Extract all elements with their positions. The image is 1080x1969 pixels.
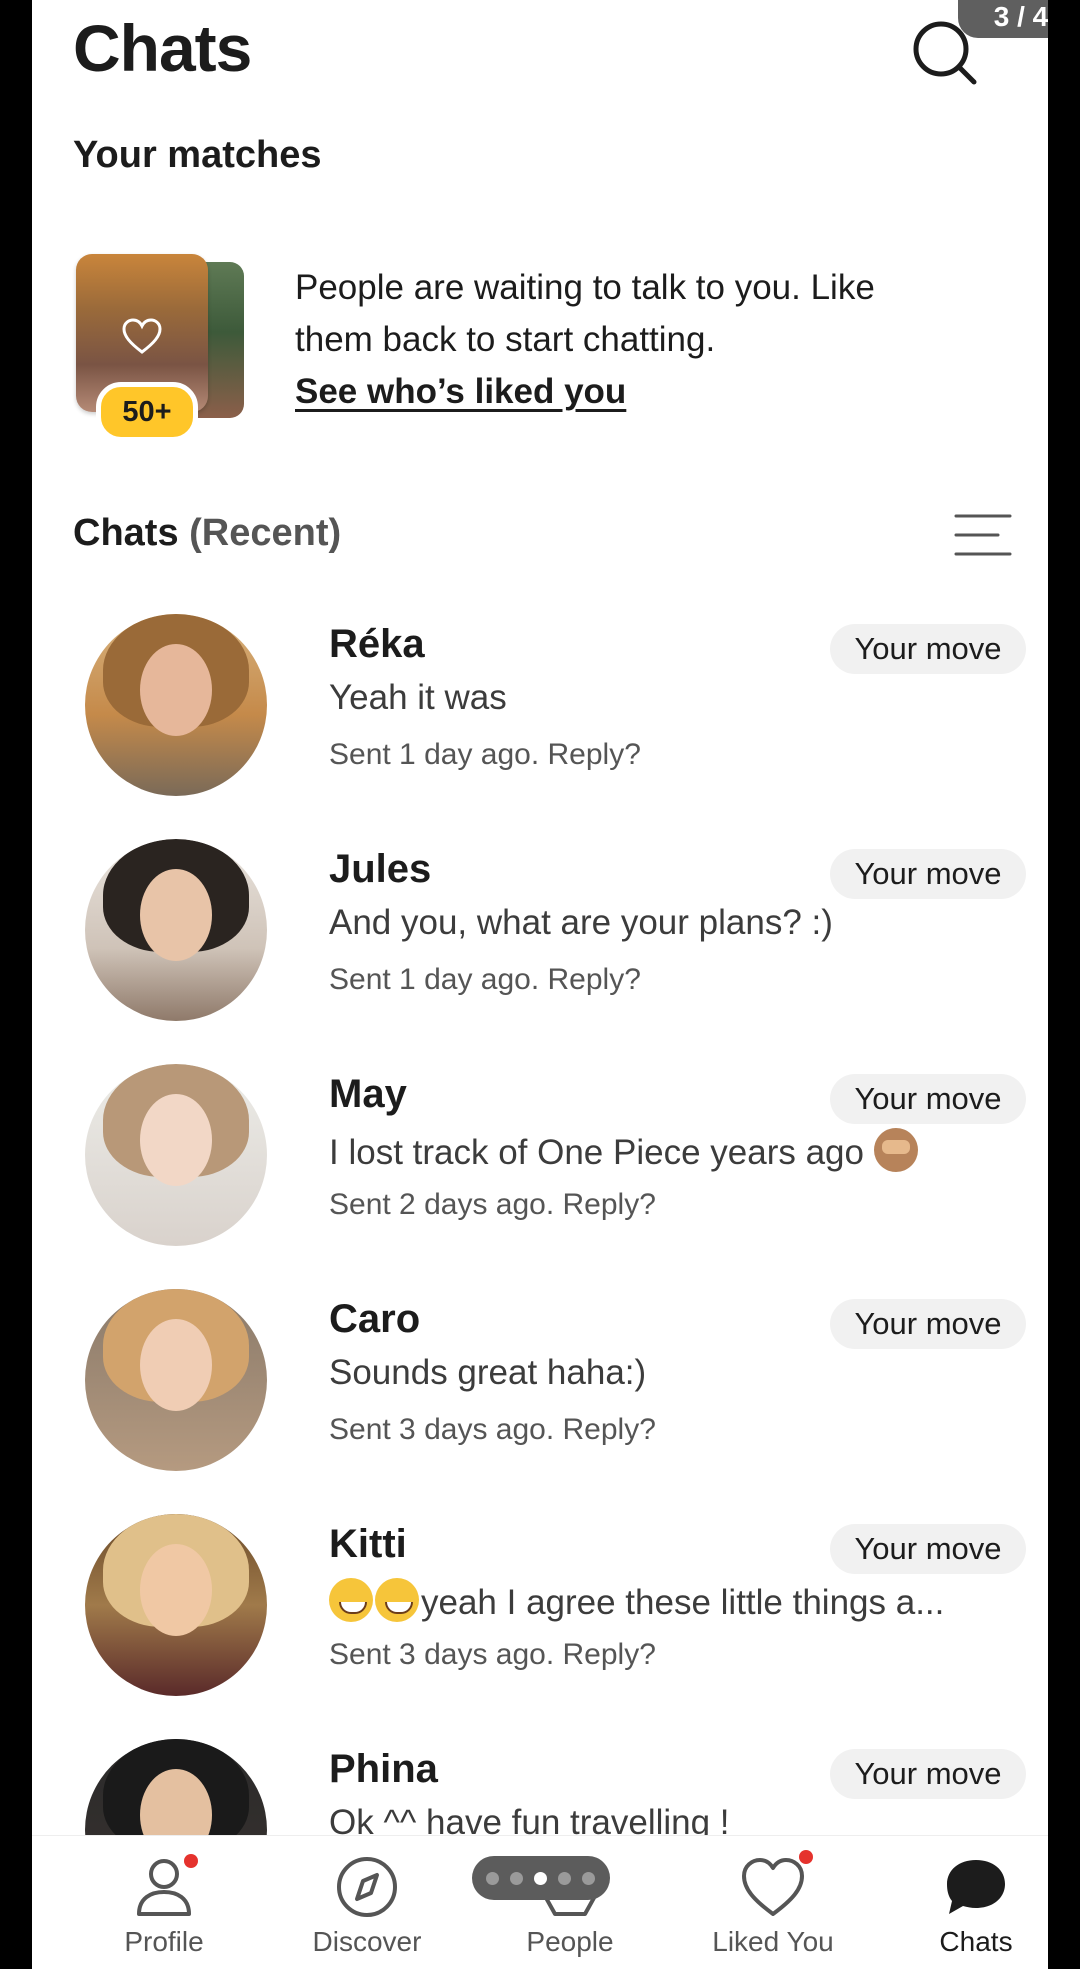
heart-icon bbox=[742, 1858, 804, 1916]
avatar bbox=[85, 839, 267, 1021]
chat-timestamp: Sent 1 day ago. Reply? bbox=[329, 963, 641, 996]
handle-dot bbox=[510, 1872, 523, 1885]
avatar bbox=[85, 1514, 267, 1696]
nav-people-label: People bbox=[526, 1926, 614, 1957]
nav-chats[interactable]: Chats bbox=[876, 1836, 1048, 1969]
chat-message-preview: Yeah it was bbox=[329, 678, 507, 717]
nav-discover[interactable]: Discover bbox=[267, 1836, 467, 1969]
chat-row[interactable]: Kitti yeah I agree these little things a… bbox=[32, 1500, 1048, 1725]
your-move-badge: Your move bbox=[830, 1749, 1026, 1799]
see-who-liked-you-link[interactable]: See who’s liked you bbox=[295, 372, 626, 412]
avatar bbox=[85, 1289, 267, 1471]
matches-card-stack[interactable]: 50+ bbox=[76, 250, 256, 442]
heart-outline-icon bbox=[122, 318, 162, 354]
bottom-navigation: Profile Discover People Liked You Chats bbox=[32, 1836, 1048, 1969]
matches-promo-text: People are waiting to talk to you. Like … bbox=[295, 268, 875, 359]
nav-profile-label: Profile bbox=[124, 1926, 204, 1957]
chat-name: May bbox=[329, 1072, 407, 1116]
chat-message-preview: I lost track of One Piece years ago bbox=[329, 1128, 1009, 1173]
handle-dot bbox=[486, 1872, 499, 1885]
compass-icon bbox=[337, 1857, 397, 1917]
app-screen: Chats 3 / 4 Your matches 50+ People are … bbox=[32, 0, 1048, 1969]
nav-liked-you-label: Liked You bbox=[712, 1926, 834, 1957]
your-move-badge: Your move bbox=[830, 1299, 1026, 1349]
avatar bbox=[85, 614, 267, 796]
chat-timestamp: Sent 2 days ago. Reply? bbox=[329, 1188, 656, 1221]
chats-section-title: Chats (Recent) bbox=[73, 512, 341, 555]
chat-row[interactable]: Jules And you, what are your plans? :) S… bbox=[32, 825, 1048, 1050]
avatar bbox=[85, 1064, 267, 1246]
handle-dot-active bbox=[534, 1872, 547, 1885]
filter-icon[interactable] bbox=[954, 512, 1012, 558]
chat-message-text: yeah I agree these little things a... bbox=[421, 1583, 945, 1622]
chat-name: Phina bbox=[329, 1747, 438, 1791]
grinning-emoji-icon bbox=[329, 1578, 373, 1622]
chat-timestamp: Sent 3 days ago. Reply? bbox=[329, 1413, 656, 1446]
matches-section-title: Your matches bbox=[73, 134, 322, 176]
chat-message-preview: Sounds great haha:) bbox=[329, 1353, 647, 1392]
see-no-evil-monkey-emoji-icon bbox=[873, 1128, 918, 1172]
chat-timestamp: Sent 3 days ago. Reply? bbox=[329, 1638, 656, 1671]
chat-bubble-icon bbox=[947, 1860, 1005, 1914]
chat-name: Kitti bbox=[329, 1522, 407, 1566]
chat-name: Réka bbox=[329, 622, 425, 666]
bottom-drag-handle[interactable] bbox=[472, 1856, 610, 1900]
notification-dot bbox=[799, 1850, 813, 1864]
your-move-badge: Your move bbox=[830, 624, 1026, 674]
chat-name: Caro bbox=[329, 1297, 421, 1341]
chats-section-subtitle: (Recent) bbox=[189, 512, 342, 554]
your-move-badge: Your move bbox=[830, 1074, 1026, 1124]
nav-discover-label: Discover bbox=[312, 1926, 422, 1957]
chat-message-preview: yeah I agree these little things a... bbox=[329, 1578, 1009, 1623]
chat-row[interactable]: Caro Sounds great haha:) Sent 3 days ago… bbox=[32, 1275, 1048, 1500]
page-indicator: 3 / 4 bbox=[958, 0, 1048, 38]
nav-liked-you[interactable]: Liked You bbox=[673, 1836, 873, 1969]
page-title: Chats bbox=[73, 11, 252, 85]
chat-row[interactable]: May I lost track of One Piece years ago … bbox=[32, 1050, 1048, 1275]
chat-message-preview: And you, what are your plans? :) bbox=[329, 903, 833, 942]
chat-name: Jules bbox=[329, 847, 432, 891]
chats-section-label: Chats bbox=[73, 512, 179, 554]
likes-count-badge: 50+ bbox=[96, 382, 198, 442]
your-move-badge: Your move bbox=[830, 1524, 1026, 1574]
handle-dot bbox=[582, 1872, 595, 1885]
handle-dot bbox=[558, 1872, 571, 1885]
chat-row[interactable]: Réka Yeah it was Sent 1 day ago. Reply? … bbox=[32, 600, 1048, 825]
notification-dot bbox=[184, 1854, 198, 1868]
chat-timestamp: Sent 1 day ago. Reply? bbox=[329, 738, 641, 771]
nav-chats-label: Chats bbox=[939, 1926, 1013, 1957]
nav-profile[interactable]: Profile bbox=[64, 1836, 264, 1969]
your-move-badge: Your move bbox=[830, 849, 1026, 899]
grinning-emoji-icon bbox=[375, 1578, 419, 1622]
chat-message-text: I lost track of One Piece years ago bbox=[329, 1133, 864, 1172]
